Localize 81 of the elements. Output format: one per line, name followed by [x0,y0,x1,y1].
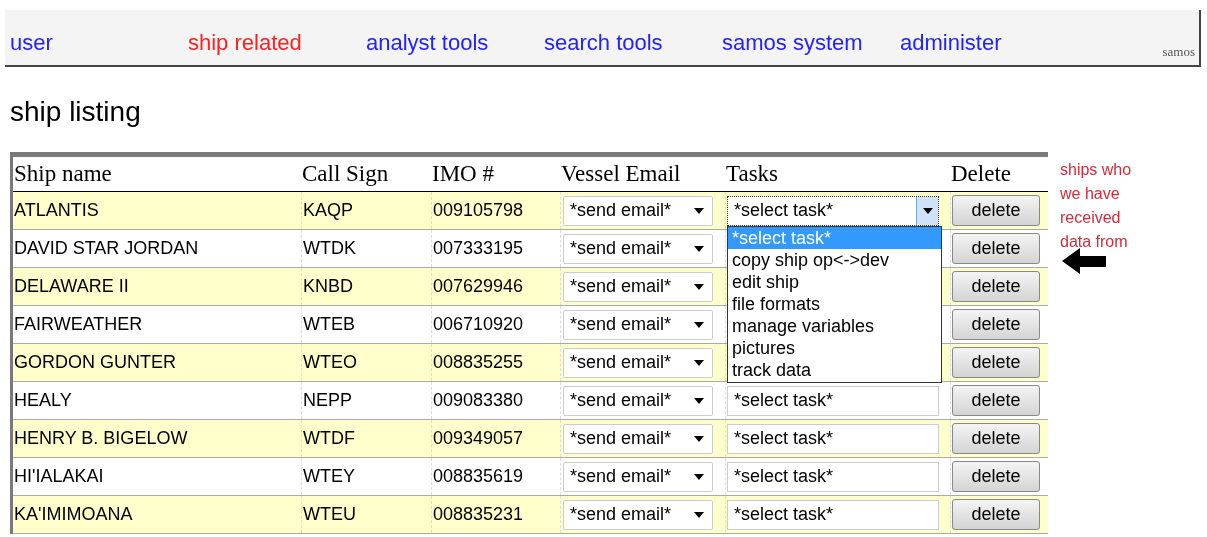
table-cell-text: 006710920 [432,313,524,336]
annotation-text: ships who we have received data from [1060,160,1133,252]
table-cell-text: NEPP [302,389,353,412]
column-header: Ship name [13,160,113,188]
column-header: Vessel Email [560,160,682,188]
delete-button[interactable]: delete [952,271,1040,302]
table-cell-text: 009349057 [432,427,524,450]
table-cell-text: WTEB [302,313,355,336]
table-cell-text: WTEO [302,351,357,374]
caret-icon [694,511,704,518]
email-dropdown[interactable]: *send email* [563,385,713,416]
menu-option[interactable]: track data [728,359,941,381]
task-dropdown[interactable]: *select task* [727,423,939,454]
task-dropdown[interactable]: *select task* [727,385,939,416]
column-header: Tasks [725,160,780,188]
nav-link[interactable]: user [10,30,188,56]
delete-button[interactable]: delete [952,499,1040,530]
delete-button[interactable]: delete [952,347,1040,378]
email-dropdown[interactable]: *send email* [563,347,713,378]
delete-button[interactable]: delete [952,385,1040,416]
email-dropdown[interactable]: *send email* [563,461,713,492]
caret-icon [694,473,704,480]
email-dropdown[interactable]: *send email* [563,233,713,264]
table-cell-text: KAQP [302,199,354,222]
left-arrow-icon [1062,248,1106,274]
table-cell-text: HI'IALAKAI [13,465,104,488]
email-dropdown[interactable]: *send email* [563,271,713,302]
nav-link[interactable]: administer [900,30,1078,56]
caret-icon [694,245,704,252]
delete-button[interactable]: delete [952,233,1040,264]
caret-icon [694,397,704,404]
table-cell-text: 008835231 [432,503,524,526]
table-cell-text: HEALY [13,389,72,412]
email-dropdown[interactable]: *send email* [563,423,713,454]
delete-button[interactable]: delete [952,195,1040,226]
table-cell-text: 007333195 [432,237,524,260]
email-dropdown[interactable]: *send email* [563,195,713,226]
table-cell-text: WTDK [302,237,356,260]
table-cell-text: ATLANTIS [13,199,99,222]
delete-button[interactable]: delete [952,461,1040,492]
menu-option[interactable]: manage variables [728,315,941,337]
task-dropdown[interactable]: *select task* [727,195,939,226]
nav-link[interactable]: samos system [722,30,900,56]
page-title: ship listing [10,95,142,129]
caret-icon [694,321,704,328]
table-cell-text: KNBD [302,275,353,298]
table-cell-text: KA'IMIMOANA [13,503,133,526]
menu-option[interactable]: pictures [728,337,941,359]
column-header: Call Sign [301,160,390,188]
email-dropdown[interactable]: *send email* [563,309,713,340]
menu-option[interactable]: file formats [728,293,941,315]
table-cell-text: GORDON GUNTER [13,351,176,374]
email-dropdown[interactable]: *send email* [563,499,713,530]
task-dropdown[interactable]: *select task* [727,461,939,492]
table-cell-text: HENRY B. BIGELOW [13,427,188,450]
table-cell-text: WTEY [302,465,355,488]
delete-button[interactable]: delete [952,309,1040,340]
caret-icon [922,207,933,214]
table-cell-text: 008835619 [432,465,524,488]
nav-link[interactable]: analyst tools [366,30,544,56]
caret-icon [694,435,704,442]
table-cell-text: WTDF [302,427,355,450]
table-cell-text: DAVID STAR JORDAN [13,237,199,260]
menu-option[interactable]: edit ship [728,271,941,293]
table-cell-text: 007629946 [432,275,524,298]
caret-icon [694,207,704,214]
table-cell-text: DELAWARE II [13,275,129,298]
table-cell-text: 008835255 [432,351,524,374]
column-header: IMO # [431,160,495,188]
nav-link[interactable]: search tools [544,30,722,56]
table-cell-text: 009083380 [432,389,524,412]
menu-option[interactable]: copy ship op<->dev [728,249,941,271]
caret-icon [694,359,704,366]
delete-button[interactable]: delete [952,423,1040,454]
task-dropdown[interactable]: *select task* [727,499,939,530]
caret-icon [694,283,704,290]
column-header: Delete [950,160,1012,188]
table-cell-text: 009105798 [432,199,524,222]
table-cell-text: WTEU [302,503,356,526]
site-label: samos [1162,42,1195,61]
table-cell-text: FAIRWEATHER [13,313,143,336]
